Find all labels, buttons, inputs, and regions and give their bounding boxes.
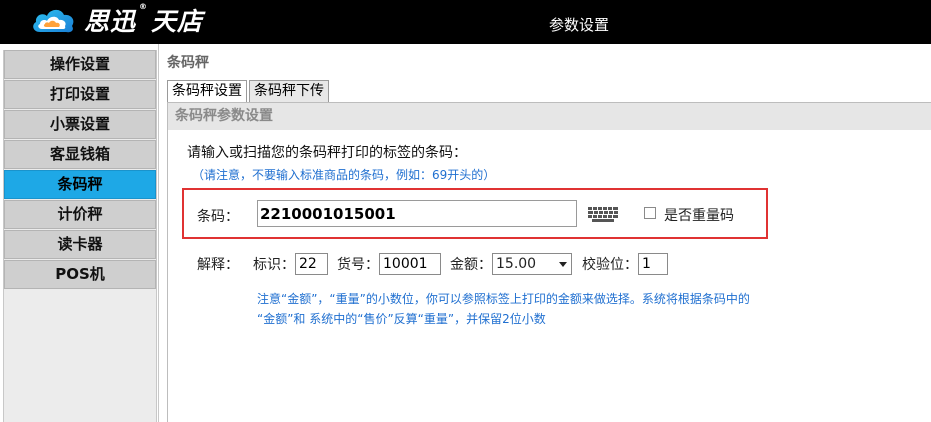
id-field[interactable] <box>295 253 328 275</box>
calculation-note-line2: “金额”和 系统中的“售价”反算“重量”，并保留2位小数 <box>257 312 546 326</box>
explanation-label: 解释： <box>197 257 239 273</box>
barcode-warning-note: （请注意，不要输入标准商品的条码，例如：69开头的） <box>192 168 496 182</box>
check-digit-label: 校验位： <box>582 257 638 273</box>
item-no-field[interactable] <box>379 253 441 275</box>
tab-barcode-scale-download[interactable]: 条码秤下传 <box>249 80 329 102</box>
barcode-label: 条码： <box>197 209 239 225</box>
section-title: 条码秤 <box>167 55 209 71</box>
logo-text-part2: 天店 <box>151 7 204 36</box>
check-digit-field[interactable] <box>638 253 668 275</box>
amount-select-value: 15.00 <box>496 256 537 272</box>
cloud-logo-icon <box>33 9 74 33</box>
logo-text-part1: 思迅 <box>84 7 137 36</box>
weight-code-label: 是否重量码 <box>664 208 734 224</box>
chevron-down-icon <box>559 261 567 267</box>
panel-header: 条码秤参数设置 <box>168 103 931 130</box>
calculation-note: 注意“金额”，“重量”的小数位，你可以参照标签上打印的金额来做选择。系统将根据条… <box>257 289 877 329</box>
logo-registered-mark: ® <box>139 2 149 11</box>
id-label: 标识： <box>253 257 295 273</box>
explanation-row: 解释： 标识： 货号： 金额： 15.00 校验位： <box>197 252 668 276</box>
top-bar: 思迅®天店 参数设置 <box>0 0 931 44</box>
sidebar-item-operation[interactable]: 操作设置 <box>4 50 156 79</box>
sidebar-item-card-reader[interactable]: 读卡器 <box>4 230 156 259</box>
barcode-input[interactable] <box>257 200 577 227</box>
sidebar-item-print[interactable]: 打印设置 <box>4 80 156 109</box>
sidebar-item-pricing-scale[interactable]: 计价秤 <box>4 200 156 229</box>
sidebar-item-pos[interactable]: POS机 <box>4 260 156 289</box>
amount-select[interactable]: 15.00 <box>492 253 572 275</box>
app-logo: 思迅®天店 <box>30 2 203 38</box>
sidebar-item-barcode-scale[interactable]: 条码秤 <box>4 170 156 199</box>
main-content: 条码秤 条码秤设置 条码秤下传 条码秤参数设置 请输入或扫描您的条码秤打印的标签… <box>158 44 931 422</box>
page-title: 参数设置 <box>549 16 610 34</box>
weight-code-checkbox[interactable] <box>644 207 656 219</box>
tab-barcode-scale-settings[interactable]: 条码秤设置 <box>167 80 247 102</box>
item-no-label: 货号： <box>337 257 379 273</box>
amount-label: 金额： <box>450 257 492 273</box>
settings-panel: 条码秤参数设置 请输入或扫描您的条码秤打印的标签的条码： （请注意，不要输入标准… <box>167 102 931 422</box>
tab-bar: 条码秤设置 条码秤下传 <box>167 80 331 102</box>
barcode-prompt: 请输入或扫描您的条码秤打印的标签的条码： <box>187 145 467 161</box>
calculation-note-line1: 注意“金额”，“重量”的小数位，你可以参照标签上打印的金额来做选择。系统将根据条… <box>257 292 750 306</box>
keyboard-icon[interactable] <box>585 202 621 226</box>
sidebar-item-receipt[interactable]: 小票设置 <box>4 110 156 139</box>
logo-text: 思迅®天店 <box>84 2 203 38</box>
sidebar-item-customer-display[interactable]: 客显钱箱 <box>4 140 156 169</box>
sidebar: 操作设置 打印设置 小票设置 客显钱箱 条码秤 计价秤 读卡器 POS机 <box>3 50 157 422</box>
